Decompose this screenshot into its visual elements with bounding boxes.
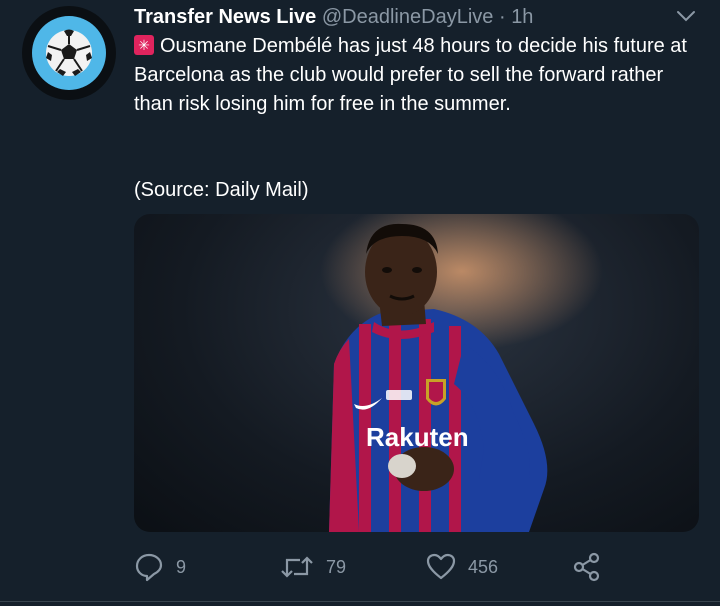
avatar-badge: [32, 16, 106, 90]
reply-button[interactable]: 9: [134, 550, 186, 584]
tweet-media[interactable]: Rakuten: [134, 214, 699, 532]
timestamp[interactable]: 1h: [511, 6, 533, 28]
rotating-light-icon: [134, 35, 154, 55]
tweet-actions: 9 79 456: [134, 550, 699, 584]
more-options-button[interactable]: [674, 6, 698, 26]
retweet-button[interactable]: 79: [280, 550, 346, 584]
user-handle[interactable]: @DeadlineDayLive: [322, 6, 494, 28]
sponsor-text: Rakuten: [366, 422, 469, 452]
tweet-body: Ousmane Dembélé has just 48 hours to dec…: [134, 35, 687, 115]
divider: [0, 601, 720, 602]
tweet-text: Ousmane Dembélé has just 48 hours to dec…: [134, 32, 694, 119]
tweet-header: Transfer News Live @DeadlineDayLive · 1h: [134, 4, 660, 30]
like-button[interactable]: 456: [426, 550, 498, 584]
display-name[interactable]: Transfer News Live: [134, 6, 316, 28]
reply-count: 9: [176, 556, 187, 577]
player-photo: Rakuten: [134, 214, 699, 532]
retweet-count: 79: [326, 556, 347, 577]
soccer-ball-icon: [46, 29, 92, 76]
reply-icon: [135, 553, 163, 582]
share-button[interactable]: [572, 550, 614, 584]
chevron-down-icon: [677, 11, 695, 22]
share-icon: [573, 552, 600, 582]
retweet-icon: [281, 556, 313, 578]
separator-dot: ·: [498, 6, 506, 28]
heart-icon: [426, 553, 456, 580]
like-count: 456: [468, 556, 499, 577]
avatar[interactable]: [22, 6, 116, 100]
tweet-source: (Source: Daily Mail): [134, 179, 309, 201]
